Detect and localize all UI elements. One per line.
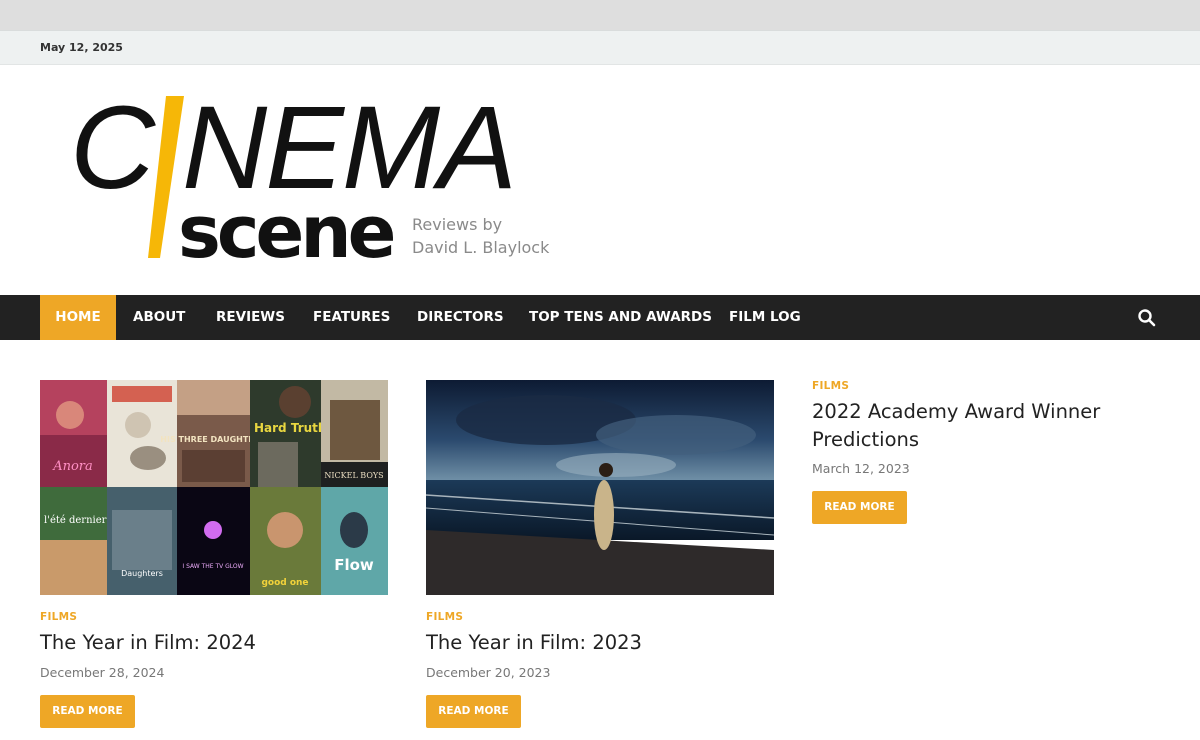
nav-home[interactable]: HOME — [40, 295, 116, 340]
post-category-2023[interactable]: FILMS — [426, 611, 463, 623]
read-more-button-2024[interactable]: READ MORE — [40, 695, 135, 728]
logo-tagline-2: David L. Blaylock — [412, 238, 550, 257]
read-more-button-2023[interactable]: READ MORE — [426, 695, 521, 728]
post-category-2024[interactable]: FILMS — [40, 611, 77, 623]
read-more-button-2022[interactable]: READ MORE — [812, 491, 907, 524]
poster-text-10: Flow — [334, 556, 374, 574]
nav-reviews[interactable]: REVIEWS — [216, 295, 285, 340]
logo-tagline-1: Reviews by — [412, 215, 502, 234]
nav-directors[interactable]: DIRECTORS — [417, 295, 504, 340]
post-date-2023: December 20, 2023 — [426, 665, 551, 680]
post-title-2024[interactable]: The Year in Film: 2024 — [40, 629, 256, 657]
post-date-2022: March 12, 2023 — [812, 461, 910, 476]
site-logo[interactable]: C NEMA scene Reviews by David L. Blayloc… — [70, 92, 550, 264]
post-title-2022-line2: Predictions — [812, 428, 920, 451]
post-thumbnail-2024[interactable]: Anora HIS THREE DAUGHTERS Hard Truths NI… — [40, 380, 388, 595]
search-icon[interactable] — [1137, 308, 1157, 328]
post-thumbnail-2023[interactable] — [426, 380, 774, 595]
logo-scene: scene — [178, 190, 394, 264]
nav-features[interactable]: FEATURES — [313, 295, 390, 340]
nav-about[interactable]: ABOUT — [133, 295, 185, 340]
current-date: May 12, 2025 — [40, 41, 123, 54]
poster-text-7: Daughters — [121, 569, 163, 578]
post-date-2024: December 28, 2024 — [40, 665, 165, 680]
post-category-2022[interactable]: FILMS — [812, 380, 849, 392]
post-title-2022[interactable]: 2022 Academy Award Winner Predictions — [812, 398, 1100, 454]
main-navigation: HOME ABOUT REVIEWS FEATURES DIRECTORS TO… — [0, 295, 1200, 340]
nav-top-tens-and-awards[interactable]: TOP TENS AND AWARDS — [529, 295, 712, 340]
poster-text-1: Anora — [52, 459, 93, 474]
post-title-2022-line1: 2022 Academy Award Winner — [812, 400, 1101, 423]
logo-c: C — [70, 92, 156, 214]
poster-text-9: good one — [261, 578, 308, 588]
post-title-2023[interactable]: The Year in Film: 2023 — [426, 629, 642, 657]
poster-text-8: I SAW THE TV GLOW — [182, 563, 243, 570]
browser-strip — [0, 0, 1200, 30]
nav-film-log[interactable]: FILM LOG — [729, 295, 801, 340]
poster-text-6: l'été dernier — [44, 515, 107, 526]
poster-text-5: NICKEL BOYS — [324, 471, 383, 480]
top-bar: May 12, 2025 — [0, 30, 1200, 65]
